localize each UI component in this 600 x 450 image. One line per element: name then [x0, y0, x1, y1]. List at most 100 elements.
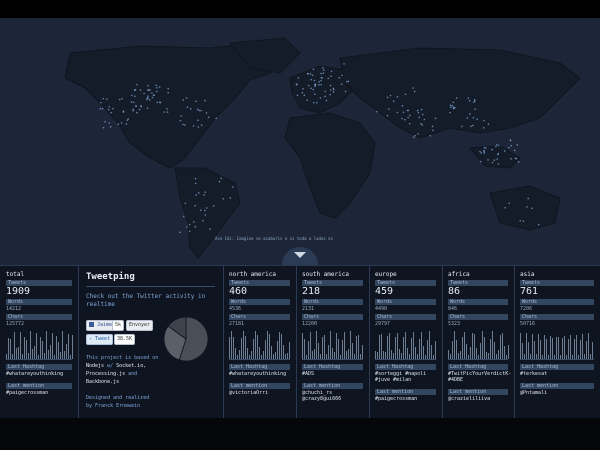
region-pie-chart: [163, 316, 209, 362]
tweet-dot: [332, 91, 335, 93]
last-mention[interactable]: #paigecrossman: [6, 390, 78, 396]
envoyer-button[interactable]: Envoyer: [126, 320, 154, 331]
histogram-bar: [413, 332, 414, 359]
chars-count: 12200: [302, 321, 318, 327]
tweet-dot: [449, 106, 452, 109]
tweet-dot: [522, 220, 525, 222]
tweet-dot: [418, 116, 421, 119]
last-hashtag[interactable]: #TwitPicYourVerdictK-#4DBE: [448, 371, 514, 383]
histogram-bar: [500, 335, 501, 359]
last-mention[interactable]: @chuchi_rs @crazy8gui666: [302, 390, 369, 402]
histogram-bar: [393, 353, 394, 359]
histogram-bar: [576, 335, 577, 359]
last-hashtag[interactable]: #whatareyouthinking: [6, 371, 78, 377]
words-count: 846: [448, 306, 458, 312]
tweet-dot: [467, 97, 470, 99]
histogram-bar: [466, 344, 467, 359]
tweet-dot: [158, 86, 161, 88]
credit-author-link[interactable]: by Franck Ernewein: [86, 402, 149, 410]
histogram-bar: [427, 340, 428, 359]
column-europe: europe Tweets 459 Words 4490 Chars 29797 Last H…: [369, 266, 443, 419]
tweet-dot: [414, 134, 416, 137]
histogram-bar: [435, 341, 436, 359]
tweet-dot: [148, 99, 151, 101]
last-mention[interactable]: @crazieliliiva: [448, 396, 514, 402]
region-name: total: [6, 271, 25, 278]
tweet-dot: [413, 90, 416, 93]
histogram-bar: [460, 351, 461, 359]
histogram-bar: [560, 355, 561, 359]
tweet-dot: [322, 66, 324, 69]
facebook-like-button[interactable]: Jaime: [86, 320, 116, 331]
histogram-bar: [18, 347, 19, 359]
tweet-dot: [375, 110, 378, 113]
tweet-dot: [496, 158, 498, 160]
histogram-bar: [409, 354, 410, 359]
tweet-dot: [473, 101, 475, 104]
last-hashtag[interactable]: #whatareyouthinking: [229, 371, 296, 377]
tweet-dot: [136, 111, 138, 114]
histogram-bar: [429, 331, 430, 359]
histogram-bar: [356, 336, 357, 359]
tweet-dot: [327, 77, 330, 80]
tweet-dot: [519, 219, 522, 222]
histogram-bar: [395, 337, 396, 359]
last-mention[interactable]: @victoriaOrri: [229, 390, 296, 396]
region-name: south america: [302, 271, 349, 278]
histogram-bar: [64, 351, 65, 359]
histogram-bar: [552, 338, 553, 359]
tweet-button[interactable]: ✦ Tweet: [86, 334, 114, 345]
histogram-bar: [448, 350, 449, 359]
brand-panel: Tweetping Check out the Twitter activity…: [78, 266, 224, 419]
histogram-bar: [332, 348, 333, 359]
last-mention-label: Last mention: [302, 383, 363, 389]
tweet-dot: [146, 97, 149, 99]
histogram-bar: [385, 352, 386, 359]
tweet-dot: [503, 150, 506, 152]
tweet-dot: [166, 111, 169, 113]
tweet-dot: [497, 144, 500, 147]
activity-histogram: [520, 329, 594, 360]
histogram-bar: [334, 352, 335, 359]
tweet-dot: [102, 126, 105, 129]
southeast-asia-landmass: [468, 145, 521, 169]
tweet-dot: [108, 122, 110, 124]
region-name: north america: [229, 271, 276, 278]
histogram-bar: [42, 341, 43, 359]
tweet-dot: [504, 206, 506, 209]
histogram-bar: [474, 334, 475, 359]
tweet-dot: [449, 104, 452, 107]
histogram-bar: [564, 336, 565, 359]
histogram-bar: [70, 355, 71, 359]
tweet-dot: [416, 109, 419, 112]
tweet-dot: [482, 127, 485, 129]
tweet-dot: [215, 117, 218, 120]
tweet-dot: [324, 90, 327, 93]
tweet-dot: [204, 191, 206, 194]
last-hashtag[interactable]: #sorteggi #napoli #juve #milan: [375, 371, 442, 383]
australia-landmass: [489, 185, 561, 231]
words-count: 4490: [375, 306, 388, 312]
last-hashtag-label: Last Hashtag: [375, 364, 436, 370]
last-hashtag[interactable]: #terkesat: [520, 371, 600, 377]
tweet-dot: [466, 117, 469, 119]
tweet-dot: [102, 97, 105, 100]
collapse-arrow-button[interactable]: [282, 238, 318, 265]
histogram-bar: [452, 341, 453, 359]
histogram-bar: [403, 337, 404, 359]
histogram-bar: [454, 331, 455, 359]
histogram-bar: [253, 339, 254, 359]
last-mention[interactable]: @Pntamali: [520, 390, 600, 396]
last-mention[interactable]: #paigecrossman: [375, 396, 442, 402]
tweet-dot: [186, 226, 188, 228]
chars-count: 5323: [448, 321, 461, 327]
histogram-bar: [24, 337, 25, 359]
histogram-bar: [379, 335, 380, 359]
tweet-dot: [338, 76, 341, 79]
histogram-bar: [16, 348, 17, 359]
facebook-icon: [89, 322, 94, 327]
last-hashtag[interactable]: #ADS: [302, 371, 369, 377]
tweet-dot: [209, 228, 211, 230]
tweet-dot: [307, 84, 310, 87]
tweet-dot: [423, 118, 426, 121]
